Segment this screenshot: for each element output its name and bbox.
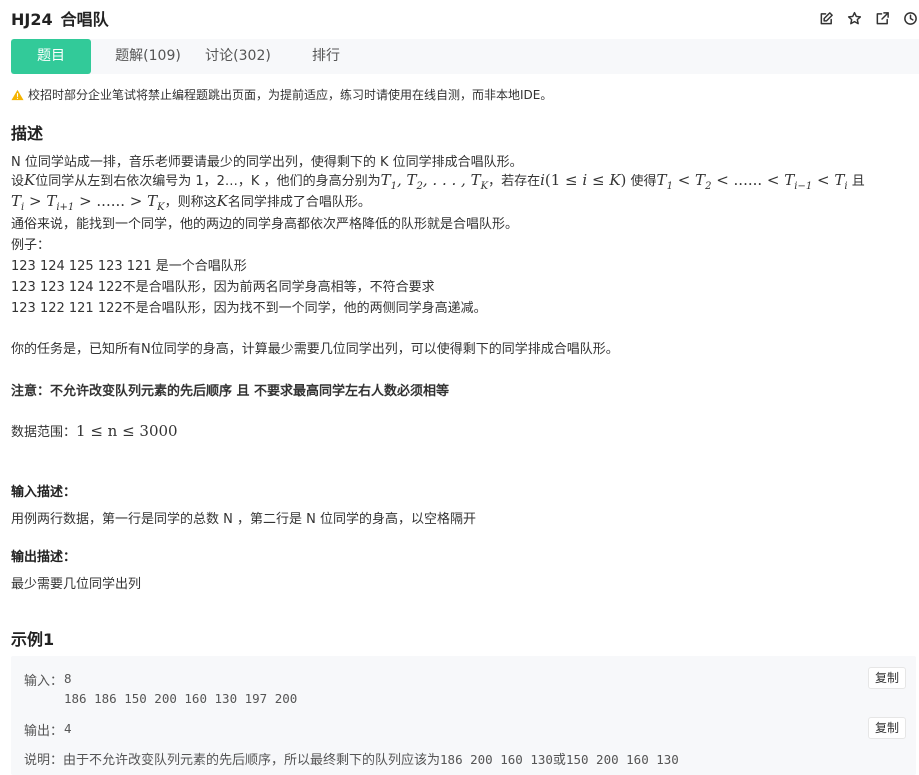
tab-solutions[interactable]: 题解(109) bbox=[108, 39, 188, 74]
problem-title: 合唱队 bbox=[60, 10, 109, 29]
exam-notice: 校招时部分企业笔试将禁止编程题跳出页面，为提前适应，练习时请使用在线自测，而非本… bbox=[11, 86, 552, 103]
problem-header: HJ24 合唱队 bbox=[0, 0, 919, 36]
tab-discussion[interactable]: 讨论(302) bbox=[198, 39, 278, 74]
desc-line-3: Ti > Ti+1 > ...... > TK，则称这K名同学排成了合唱队形。 bbox=[11, 192, 371, 213]
output-desc-text: 最少需要几位同学出列 bbox=[11, 577, 142, 592]
edit-icon[interactable] bbox=[817, 9, 835, 27]
example-heading: 示例1 bbox=[11, 630, 55, 649]
range-expression: 1 ≤ n ≤ 3000 bbox=[76, 422, 178, 440]
clock-icon[interactable] bbox=[901, 9, 919, 27]
example-box: 输入： 8 186 186 150 200 160 130 197 200 复制… bbox=[11, 656, 916, 775]
page-title: HJ24 合唱队 bbox=[11, 6, 109, 30]
tab-ranking[interactable]: 排行 bbox=[286, 39, 366, 74]
task-text: 你的任务是，已知所有N位同学的身高，计算最少需要几位同学出列，可以使得剩下的同学… bbox=[11, 342, 619, 357]
example-output-label: 输出： bbox=[24, 724, 64, 739]
input-desc-heading: 输入描述： bbox=[11, 485, 77, 500]
data-range: 数据范围：1 ≤ n ≤ 3000 bbox=[11, 422, 178, 440]
copy-input-button[interactable]: 复制 bbox=[868, 667, 906, 689]
example-input-label: 输入： bbox=[24, 674, 64, 689]
desc-line-7: 123 123 124 122不是合唱队形，因为前两名同学身高相等，不符合要求 bbox=[11, 280, 435, 295]
external-link-icon[interactable] bbox=[873, 9, 891, 27]
note-text: 注意：不允许改变队列元素的先后顺序 且 不要求最高同学左右人数必须相等 bbox=[11, 384, 450, 399]
desc-line-5: 例子： bbox=[11, 238, 51, 253]
warning-icon bbox=[11, 89, 24, 100]
description-heading: 描述 bbox=[11, 124, 44, 143]
desc-line-4: 通俗来说，能找到一个同学，他的两边的同学身高都依次严格降低的队形就是合唱队形。 bbox=[11, 217, 519, 232]
example-explanation: 说明：由于不允许改变队列元素的先后顺序，所以最终剩下的队列应该为186 200 … bbox=[24, 752, 679, 768]
desc-line-2: 设K位同学从左到右依次编号为 1，2…，K ，他们的身高分别为T1, T2, .… bbox=[11, 171, 865, 192]
problem-id: HJ24 bbox=[11, 10, 53, 29]
desc-line-1: N 位同学站成一排，音乐老师要请最少的同学出列，使得剩下的 K 位同学排成合唱队… bbox=[11, 155, 523, 170]
example-output-value: 4 bbox=[64, 721, 72, 736]
tab-problem[interactable]: 题目 bbox=[11, 39, 91, 74]
desc-line-6: 123 124 125 123 121 是一个合唱队形 bbox=[11, 259, 247, 274]
desc-line-8: 123 122 121 122不是合唱队形，因为找不到一个同学，他的两侧同学身高… bbox=[11, 301, 487, 316]
star-icon[interactable] bbox=[845, 9, 863, 27]
header-actions bbox=[817, 9, 919, 27]
output-desc-heading: 输出描述： bbox=[11, 550, 77, 565]
copy-output-button[interactable]: 复制 bbox=[868, 717, 906, 739]
notice-text: 校招时部分企业笔试将禁止编程题跳出页面，为提前适应，练习时请使用在线自测，而非本… bbox=[28, 88, 553, 102]
input-desc-text: 用例两行数据，第一行是同学的总数 N ，第二行是 N 位同学的身高，以空格隔开 bbox=[11, 512, 476, 527]
tab-bar: 题目 题解(109) 讨论(302) 排行 bbox=[11, 39, 919, 74]
example-input-line-1: 8 bbox=[64, 671, 72, 686]
example-input-line-2: 186 186 150 200 160 130 197 200 bbox=[64, 691, 298, 706]
